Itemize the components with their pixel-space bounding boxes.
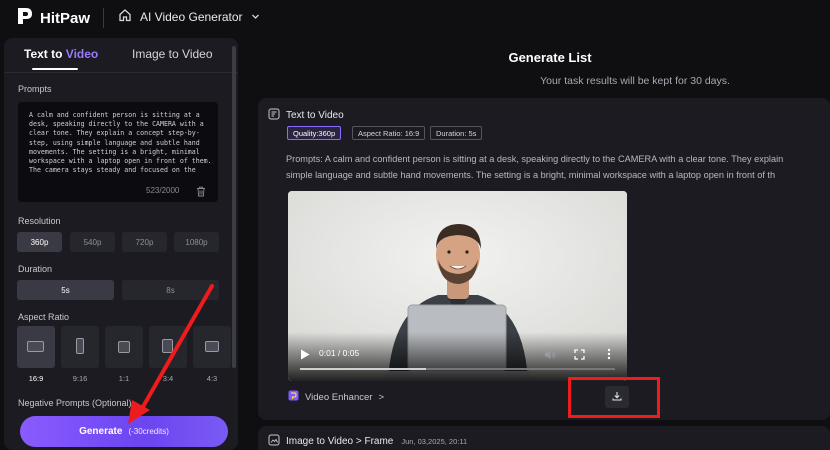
hitpaw-logo-icon bbox=[16, 6, 34, 31]
task-card-image-to-video: Image to Video > Frame Jun, 03,2025, 20:… bbox=[258, 426, 830, 450]
aspect-9-16-icon bbox=[76, 338, 84, 354]
panel-scrollbar[interactable] bbox=[232, 46, 236, 368]
video-time: 0:01 / 0:05 bbox=[319, 348, 360, 358]
resolution-label: Resolution bbox=[18, 216, 61, 226]
page-subtitle: Your task results will be kept for 30 da… bbox=[540, 75, 730, 87]
aspect-option-16-9[interactable] bbox=[17, 326, 55, 368]
prompt-fade bbox=[18, 176, 218, 202]
generate-label: Generate bbox=[79, 426, 123, 437]
trash-icon[interactable] bbox=[196, 184, 206, 202]
aspect-ratio-label: Aspect Ratio bbox=[18, 312, 70, 322]
task2-date: Jun, 03,2025, 20:11 bbox=[401, 437, 468, 446]
volume-icon[interactable] bbox=[544, 347, 556, 365]
duration-label: Duration bbox=[18, 264, 53, 274]
task-icon bbox=[268, 108, 280, 123]
generation-settings-panel: Text to Video Image to Video Prompts A c… bbox=[4, 38, 238, 450]
mode-tabs: Text to Video Image to Video bbox=[4, 38, 238, 72]
task-card-text-to-video: Text to Video Quality:360p Aspect Ratio:… bbox=[258, 98, 830, 420]
video-player[interactable]: 0:01 / 0:05 bbox=[288, 191, 627, 381]
task-header: Text to Video bbox=[268, 108, 344, 123]
resolution-option-720p[interactable]: 720p bbox=[122, 232, 167, 252]
task-prompt-line-1: Prompts: A calm and confident person is … bbox=[286, 154, 784, 164]
fullscreen-icon[interactable] bbox=[574, 347, 585, 365]
aspect-option-9-16[interactable] bbox=[61, 326, 99, 368]
resolution-option-540p[interactable]: 540p bbox=[70, 232, 115, 252]
brand-logo[interactable]: HitPaw bbox=[16, 6, 90, 31]
active-tab-indicator bbox=[32, 68, 78, 70]
download-highlight-box bbox=[568, 377, 660, 418]
video-progress-bar[interactable] bbox=[300, 368, 615, 370]
aspect-label-1-1: 1:1 bbox=[118, 374, 130, 383]
aspect-1-1-icon bbox=[118, 341, 130, 353]
task-prompt-line-2: simple language and subtle hand movement… bbox=[286, 169, 776, 180]
home-icon[interactable] bbox=[118, 8, 132, 25]
aspect-3-4-icon bbox=[162, 339, 173, 353]
prompt-text: A calm and confident person is sitting a… bbox=[29, 111, 216, 175]
video-enhancer-link[interactable]: Video Enhancer > bbox=[288, 390, 384, 404]
resolution-option-1080p[interactable]: 1080p bbox=[174, 232, 219, 252]
top-bar: HitPaw AI Video Generator bbox=[0, 0, 830, 36]
aspect-label-4-3: 4:3 bbox=[206, 374, 218, 383]
enhancer-icon bbox=[288, 390, 299, 404]
topbar-divider bbox=[103, 8, 104, 28]
aspect-option-4-3[interactable] bbox=[193, 326, 231, 368]
prompt-textarea[interactable]: A calm and confident person is sitting a… bbox=[18, 102, 218, 202]
resolution-option-360p[interactable]: 360p bbox=[17, 232, 62, 252]
duration-option-8s[interactable]: 8s bbox=[122, 280, 219, 300]
prompts-label: Prompts bbox=[18, 84, 52, 94]
duration-chip: Duration: 5s bbox=[430, 126, 483, 140]
tabs-divider bbox=[4, 72, 238, 73]
negative-prompts-label: Negative Prompts (Optional) bbox=[18, 398, 132, 408]
aspect-label-16-9: 16:9 bbox=[28, 374, 44, 383]
duration-option-5s[interactable]: 5s bbox=[17, 280, 114, 300]
more-vertical-icon[interactable] bbox=[607, 347, 611, 365]
play-icon[interactable] bbox=[300, 347, 310, 365]
aspect-label-9-16: 9:16 bbox=[72, 374, 88, 383]
task2-type: Image to Video > Frame bbox=[286, 436, 394, 447]
enhancer-label: Video Enhancer bbox=[305, 391, 373, 403]
video-progress-fill bbox=[300, 368, 426, 370]
aspect-16-9-icon bbox=[27, 341, 44, 352]
generate-button[interactable]: Generate (-30credits) bbox=[20, 416, 228, 447]
tab-image-to-video[interactable]: Image to Video bbox=[132, 47, 213, 61]
generate-credits: (-30credits) bbox=[128, 427, 169, 436]
chevron-down-icon bbox=[251, 10, 260, 24]
tab-text-to-video[interactable]: Text to Video bbox=[24, 47, 98, 61]
aspect-option-1-1[interactable] bbox=[105, 326, 143, 368]
aspect-ratio-chip: Aspect Ratio: 16:9 bbox=[352, 126, 426, 140]
task-prompt: Prompts: A calm and confident person is … bbox=[286, 152, 830, 183]
task-icon bbox=[268, 434, 280, 449]
aspect-label-3-4: 3:4 bbox=[162, 374, 174, 383]
brand-name: HitPaw bbox=[40, 10, 91, 27]
task-type: Text to Video bbox=[286, 110, 344, 121]
task2-header: Image to Video > Frame Jun, 03,2025, 20:… bbox=[268, 434, 467, 449]
enhancer-chevron: > bbox=[378, 391, 384, 403]
product-name: AI Video Generator bbox=[140, 9, 243, 24]
page-title: Generate List bbox=[508, 50, 592, 65]
aspect-option-3-4[interactable] bbox=[149, 326, 187, 368]
aspect-4-3-icon bbox=[205, 341, 219, 352]
quality-chip: Quality:360p bbox=[287, 126, 342, 140]
prompt-char-counter: 523/2000 bbox=[146, 186, 180, 195]
product-switcher[interactable]: AI Video Generator bbox=[118, 8, 260, 25]
